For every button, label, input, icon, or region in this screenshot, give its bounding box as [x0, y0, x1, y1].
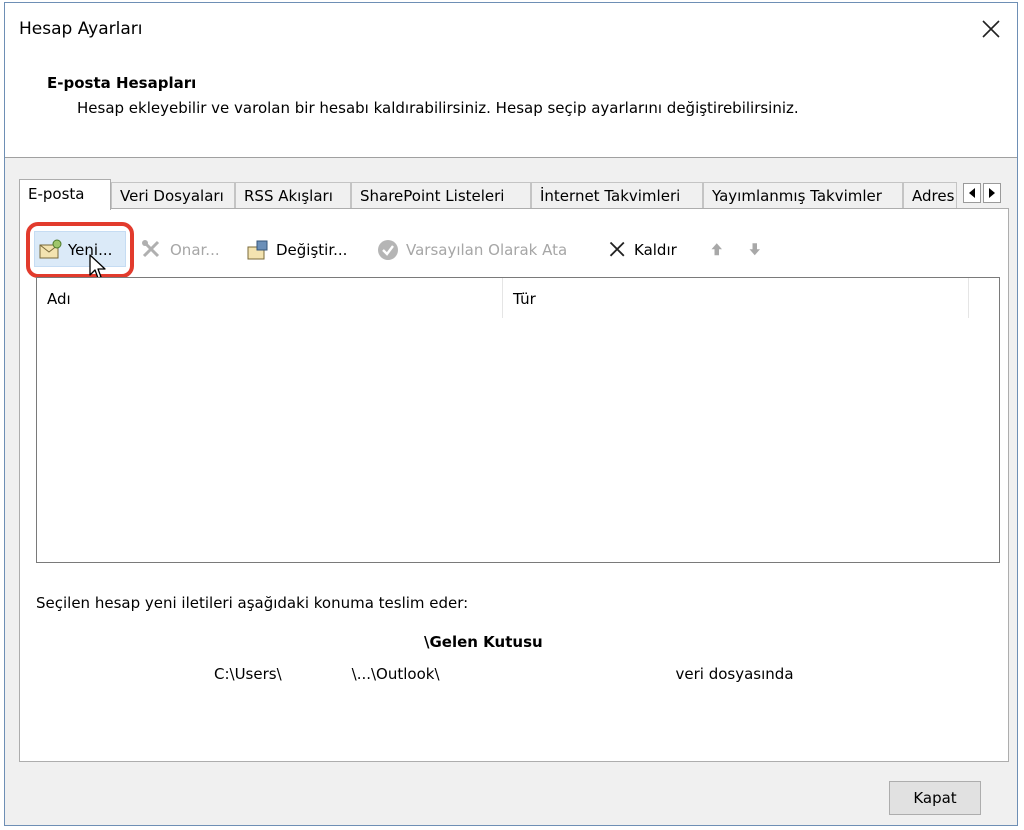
window-title: Hesap Ayarları: [19, 19, 143, 39]
close-dialog-button[interactable]: Kapat: [889, 781, 981, 815]
tab-email[interactable]: E-posta: [19, 179, 111, 210]
set-default-button[interactable]: Varsayılan Olarak Ata: [376, 236, 567, 264]
close-button[interactable]: [971, 9, 1011, 49]
header-title: E-posta Hesapları: [47, 74, 197, 92]
column-header-type[interactable]: Tür: [503, 278, 969, 318]
delivery-inbox: \Gelen Kutusu: [424, 633, 543, 651]
title-bar: Hesap Ayarları: [5, 3, 1017, 53]
remove-button[interactable]: Kaldır: [608, 236, 677, 264]
set-default-label: Varsayılan Olarak Ata: [406, 241, 568, 259]
checkmark-icon: [378, 240, 398, 260]
account-list[interactable]: Adı Tür: [36, 277, 1000, 563]
repair-button[interactable]: Onar...: [140, 236, 220, 264]
tab-strip: E-posta Veri Dosyaları RSS Akışları Shar…: [19, 179, 1009, 210]
account-settings-dialog: Hesap Ayarları E-posta Hesapları Hesap e…: [4, 2, 1018, 826]
column-header-name[interactable]: Adı: [37, 278, 503, 318]
path-outlook: \...\Outlook\: [351, 665, 440, 683]
arrow-left-icon: [969, 188, 975, 198]
header-description: Hesap ekleyebilir ve varolan bir hesabı …: [77, 99, 799, 117]
new-mail-icon: [39, 239, 62, 259]
close-icon: [982, 20, 1000, 38]
delivery-info-text: Seçilen hesap yeni iletileri aşağıdaki k…: [36, 594, 469, 612]
tab-sharepoint-lists[interactable]: SharePoint Listeleri: [351, 182, 531, 209]
move-up-button[interactable]: [710, 236, 734, 264]
move-down-button[interactable]: [748, 236, 772, 264]
tab-rss-feeds[interactable]: RSS Akışları: [235, 182, 351, 209]
path-users: C:\Users\: [214, 665, 282, 683]
change-button[interactable]: Değiştir...: [246, 236, 347, 264]
tab-scroll-left[interactable]: [963, 183, 981, 203]
tab-data-files[interactable]: Veri Dosyaları: [111, 182, 235, 209]
delivery-path: C:\Users\ \...\Outlook\ veri dosyasında: [214, 665, 794, 683]
tab-address-books[interactable]: Adres Defterleri: [903, 182, 957, 209]
remove-label: Kaldır: [634, 241, 677, 259]
change-label: Değiştir...: [276, 241, 348, 259]
arrow-right-icon: [989, 188, 995, 198]
account-toolbar: Yeni... Onar... Değiştir... Varsayılan O…: [20, 209, 1008, 279]
tab-scroll-right[interactable]: [983, 183, 1001, 203]
path-suffix: veri dosyasında: [675, 665, 794, 683]
remove-x-icon: [609, 241, 625, 257]
change-account-icon: [247, 240, 268, 260]
tab-internet-calendars[interactable]: İnternet Takvimleri: [531, 182, 703, 209]
email-tab-panel: Yeni... Onar... Değiştir... Varsayılan O…: [19, 208, 1009, 762]
arrow-down-icon: [749, 243, 760, 256]
dialog-header: E-posta Hesapları Hesap ekleyebilir ve v…: [5, 53, 1017, 158]
tab-published-calendars[interactable]: Yayımlanmış Takvimler: [703, 182, 903, 209]
tools-icon: [142, 240, 160, 258]
repair-label: Onar...: [170, 241, 220, 259]
arrow-up-icon: [711, 243, 722, 256]
